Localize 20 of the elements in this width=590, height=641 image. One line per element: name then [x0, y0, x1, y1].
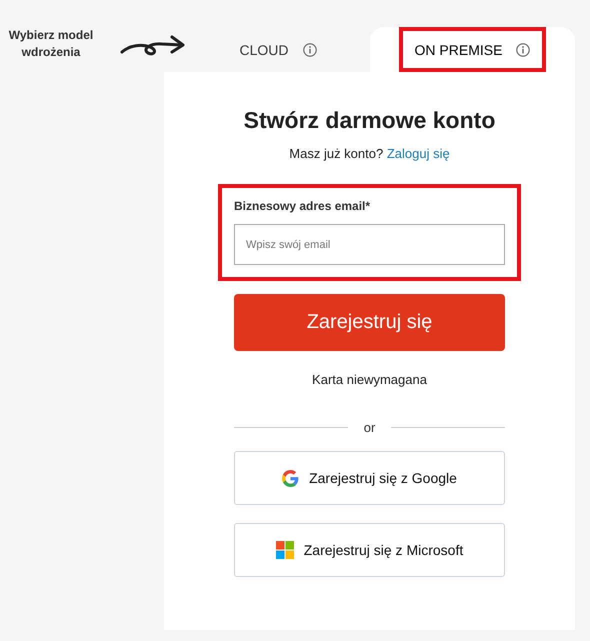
deployment-tab[interactable]: CLOUD — [186, 27, 370, 72]
curly-arrow-icon — [120, 35, 186, 57]
form-title: Stwórz darmowe konto — [242, 106, 496, 134]
info-icon[interactable] — [302, 42, 316, 56]
email-label: Biznesowy adres email* — [234, 198, 372, 214]
divider-label: or — [364, 420, 376, 435]
info-icon[interactable] — [516, 42, 530, 56]
login-link[interactable]: Zaloguj się — [386, 146, 450, 161]
email-field[interactable]: Wpisz swój email — [234, 224, 505, 265]
tab-label: ON PREMISE — [414, 42, 502, 58]
deployment-hint: Wybierz model wdrożenia — [8, 27, 94, 61]
windows-logo-icon — [276, 541, 294, 559]
login-prompt: Masz już konto? — [289, 146, 384, 161]
tab-label: CLOUD — [239, 42, 288, 58]
google-g-icon — [282, 470, 300, 486]
social-signup-button[interactable]: Zarejestruj się z Microsoft — [234, 523, 505, 577]
card-note: Karta niewymagana — [311, 372, 428, 388]
social-signup-button[interactable]: Zarejestruj się z Google — [234, 451, 505, 505]
deployment-tab[interactable]: ON PREMISE — [370, 27, 575, 72]
signup-button[interactable]: Zarejestruj się — [234, 294, 505, 351]
